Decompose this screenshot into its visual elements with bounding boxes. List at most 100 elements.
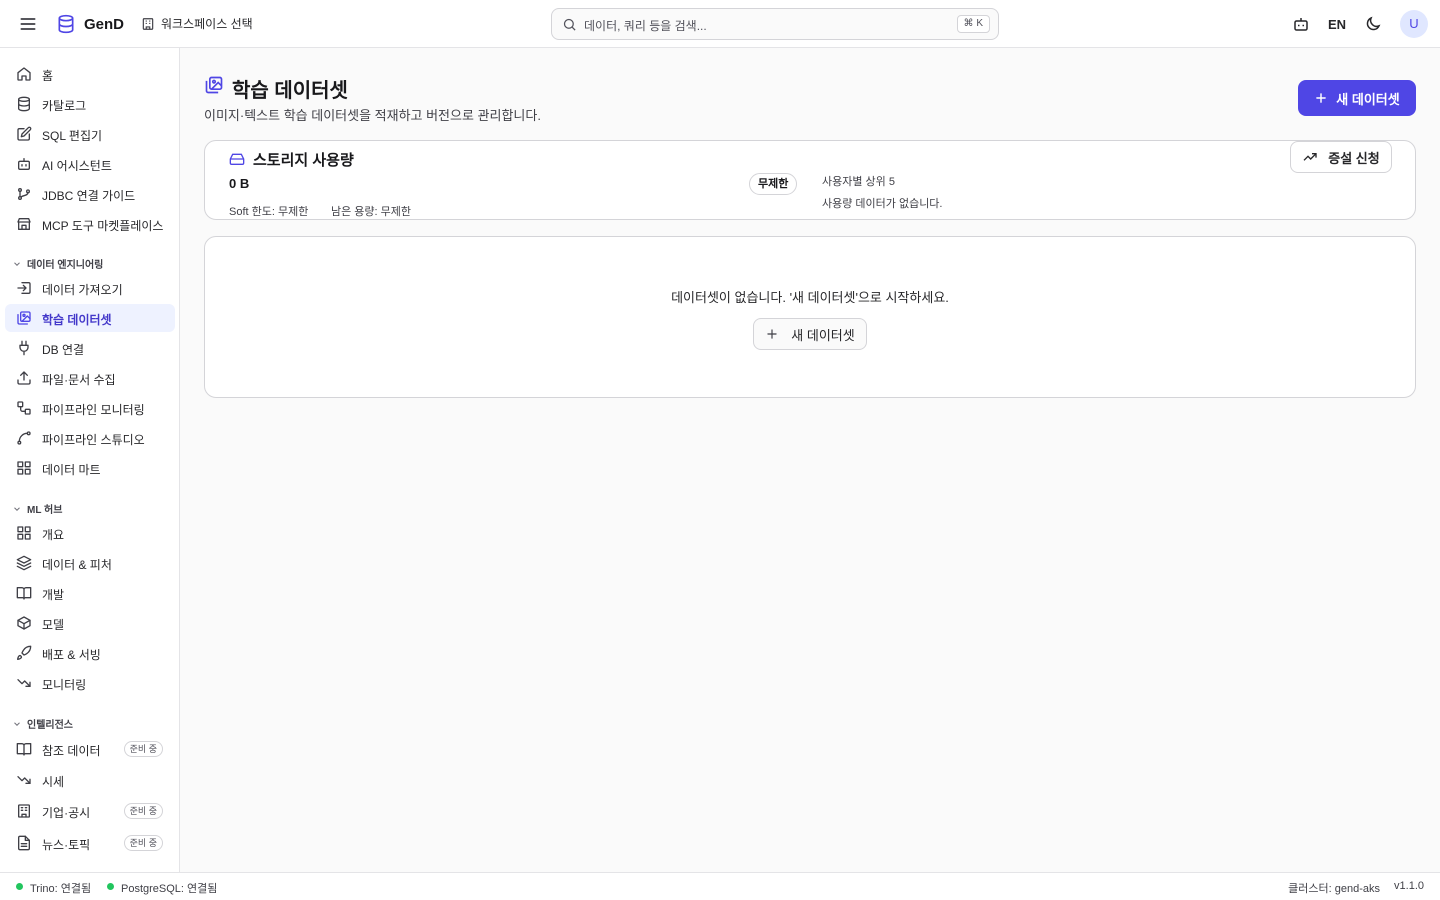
book-icon bbox=[16, 741, 32, 757]
store-icon bbox=[16, 216, 32, 232]
workspace-selector[interactable]: 워크스페이스 선택 bbox=[141, 15, 253, 32]
sidebar-item-label: 참조 데이터 bbox=[42, 744, 101, 758]
sidebar-item-label: 파일·문서 수집 bbox=[42, 373, 116, 387]
sidebar-item-데이터-가져오기[interactable]: 데이터 가져오기 bbox=[5, 274, 175, 302]
workflow-icon bbox=[16, 400, 32, 416]
trend-down-icon bbox=[16, 772, 32, 788]
database-icon bbox=[16, 96, 32, 112]
increase-request-label: 증설 신청 bbox=[1328, 150, 1380, 166]
search-placeholder: 데이터, 쿼리 등을 검색... bbox=[584, 19, 707, 33]
images-icon bbox=[204, 75, 224, 95]
rocket-icon bbox=[16, 645, 32, 661]
cluster-info: 클러스터: gend-aks bbox=[1288, 883, 1380, 895]
import-icon bbox=[16, 280, 32, 296]
sidebar-section-title: 데이터 엔지니어링 bbox=[27, 260, 104, 271]
sidebar-item-파이프라인-스튜디오[interactable]: 파이프라인 스튜디오 bbox=[5, 424, 175, 452]
sidebar: 홈카탈로그 SQL 편집기 AI 어시스턴트 JDBC 연결 가이드 MCP 도구 마켓… bbox=[0, 48, 180, 872]
sidebar-item-개요[interactable]: 개요 bbox=[5, 519, 175, 547]
moon-icon[interactable] bbox=[1364, 15, 1382, 33]
empty-state-card: 데이터셋이 없습니다. '새 데이터셋'으로 시작하세요. 새 데이터셋 bbox=[204, 236, 1416, 398]
sidebar-item-파일-문서-수집[interactable]: 파일·문서 수집 bbox=[5, 364, 175, 392]
sidebar-item-카탈로그[interactable]: 카탈로그 bbox=[5, 90, 175, 118]
status-bar: Trino: 연결됨 PostgreSQL: 연결됨 클러스터: gend-ak… bbox=[0, 872, 1440, 900]
images-icon bbox=[16, 310, 32, 326]
sidebar-item-뉴스-토픽[interactable]: 뉴스·토픽 준비 중 bbox=[5, 829, 175, 857]
new-dataset-label: 새 데이터셋 bbox=[1336, 91, 1400, 107]
sidebar-item-데이터-피처[interactable]: 데이터 & 피처 bbox=[5, 549, 175, 577]
sidebar-section-header[interactable]: ML 허브 bbox=[12, 501, 62, 516]
sidebar-item-label: JDBC 연결 가이드 bbox=[42, 189, 136, 203]
sidebar-item-label: 모니터링 bbox=[42, 678, 87, 692]
sidebar-item-label: 뉴스·토픽 bbox=[42, 838, 91, 852]
sidebar-item-label: 모델 bbox=[42, 618, 65, 632]
sidebar-item-파이프라인-모니터링[interactable]: 파이프라인 모니터링 bbox=[5, 394, 175, 422]
bot-icon[interactable] bbox=[1292, 15, 1310, 33]
search-icon bbox=[562, 17, 577, 32]
book-icon bbox=[16, 585, 32, 601]
language-toggle[interactable]: EN bbox=[1328, 17, 1346, 32]
sidebar-section-header[interactable]: 데이터 엔지니어링 bbox=[12, 256, 103, 271]
plug-icon bbox=[16, 340, 32, 356]
box-icon bbox=[16, 615, 32, 631]
sidebar-item-label: 배포 & 서빙 bbox=[42, 648, 101, 662]
workspace-label: 워크스페이스 선택 bbox=[161, 17, 253, 31]
sidebar-item-모니터링[interactable]: 모니터링 bbox=[5, 669, 175, 697]
sidebar-item-label: 파이프라인 스튜디오 bbox=[42, 433, 145, 447]
sidebar-item-시세[interactable]: 시세 bbox=[5, 766, 175, 794]
sidebar-item-홈[interactable]: 홈 bbox=[5, 60, 175, 88]
search-input[interactable]: 데이터, 쿼리 등을 검색... ⌘ K bbox=[551, 8, 999, 40]
sidebar-item-label: 데이터 가져오기 bbox=[42, 283, 123, 297]
hard-drive-icon bbox=[229, 151, 245, 167]
storage-title: 스토리지 사용량 bbox=[253, 152, 354, 169]
chevron-down-icon bbox=[12, 504, 22, 514]
grid-icon bbox=[16, 460, 32, 476]
sidebar-item-db-연결[interactable]: DB 연결 bbox=[5, 334, 175, 362]
sidebar-item-label: SQL 편집기 bbox=[42, 129, 103, 143]
coming-soon-badge: 준비 중 bbox=[123, 835, 163, 851]
trending-up-icon bbox=[1302, 149, 1318, 165]
trino-status-dot bbox=[16, 883, 23, 890]
sidebar-item-jdbc-연결-가이드[interactable]: JDBC 연결 가이드 bbox=[5, 180, 175, 208]
new-dataset-label: 새 데이터셋 bbox=[791, 327, 855, 343]
sidebar-item-ai-어시스턴트[interactable]: AI 어시스턴트 bbox=[5, 150, 175, 178]
sidebar-item-label: 개요 bbox=[42, 528, 65, 542]
search-shortcut: ⌘ K bbox=[956, 15, 990, 33]
sidebar-item-배포-서빙[interactable]: 배포 & 서빙 bbox=[5, 639, 175, 667]
postgres-status-dot bbox=[107, 883, 114, 890]
sidebar-item-sql-편집기[interactable]: SQL 편집기 bbox=[5, 120, 175, 148]
storage-usage-card: 스토리지 사용량 0 B Soft 한도: 무제한 남은 용량: 무제한 무제한… bbox=[204, 140, 1416, 220]
menu-icon[interactable] bbox=[18, 14, 38, 34]
upload-icon bbox=[16, 370, 32, 386]
new-dataset-button[interactable]: 새 데이터셋 bbox=[1298, 80, 1416, 116]
sidebar-item-데이터-마트[interactable]: 데이터 마트 bbox=[5, 454, 175, 482]
app-logo[interactable]: GenD bbox=[56, 13, 124, 35]
sidebar-item-label: 학습 데이터셋 bbox=[42, 313, 112, 327]
plus-icon bbox=[1314, 91, 1328, 105]
coming-soon-badge: 준비 중 bbox=[123, 803, 163, 819]
sidebar-item-모델[interactable]: 모델 bbox=[5, 609, 175, 637]
top-bar: GenD 워크스페이스 선택 데이터, 쿼리 등을 검색... ⌘ K EN U bbox=[0, 0, 1440, 48]
storage-used: 0 B bbox=[229, 176, 250, 191]
avatar[interactable]: U bbox=[1400, 10, 1428, 38]
layers-icon bbox=[16, 555, 32, 571]
edit-icon bbox=[16, 126, 32, 142]
increase-request-button[interactable]: 증설 신청 bbox=[1290, 141, 1392, 173]
sidebar-item-label: MCP 도구 마켓플레이스 bbox=[42, 219, 164, 233]
sidebar-item-개발[interactable]: 개발 bbox=[5, 579, 175, 607]
sidebar-item-기업-공시[interactable]: 기업·공시 준비 중 bbox=[5, 797, 175, 825]
building-icon bbox=[141, 17, 155, 31]
home-icon bbox=[16, 66, 32, 82]
sidebar-section-header[interactable]: 인텔리전스 bbox=[12, 716, 73, 731]
version: v1.1.0 bbox=[1394, 880, 1424, 892]
git-icon bbox=[16, 186, 32, 202]
page-description: 이미지·텍스트 학습 데이터셋을 적재하고 버전으로 관리합니다. bbox=[204, 108, 541, 123]
sidebar-item-label: 홈 bbox=[42, 69, 54, 83]
app-name: GenD bbox=[84, 15, 125, 33]
new-dataset-button-secondary[interactable]: 새 데이터셋 bbox=[753, 318, 867, 350]
top-users-title: 사용자별 상위 5 bbox=[822, 176, 895, 188]
sidebar-item-참조-데이터[interactable]: 참조 데이터 준비 중 bbox=[5, 735, 175, 763]
sidebar-item-mcp-도구-마켓플레이스[interactable]: MCP 도구 마켓플레이스 bbox=[5, 210, 175, 238]
empty-state-message: 데이터셋이 없습니다. '새 데이터셋'으로 시작하세요. bbox=[671, 290, 949, 305]
sidebar-item-학습-데이터셋[interactable]: 학습 데이터셋 bbox=[5, 304, 175, 332]
soft-limit: Soft 한도: 무제한 bbox=[229, 206, 309, 218]
